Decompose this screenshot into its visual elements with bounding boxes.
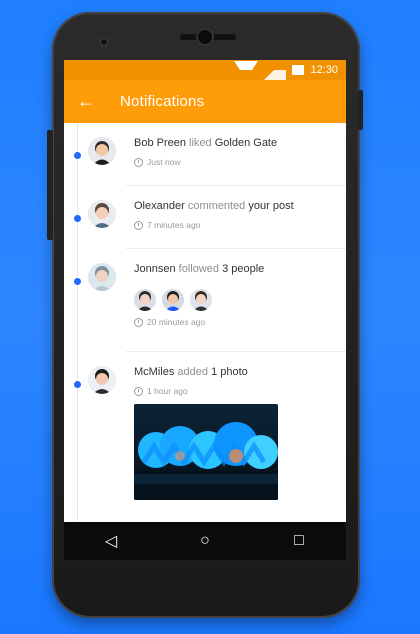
notification-item[interactable]: Bob Preen liked Golden Gate Just now bbox=[74, 123, 346, 186]
timeline-dot bbox=[74, 381, 81, 388]
avatar bbox=[88, 366, 116, 394]
screen: 12:30 ← Notifications Bob Preen liked Go… bbox=[64, 60, 346, 560]
back-icon[interactable]: ← bbox=[64, 80, 108, 123]
avatar[interactable] bbox=[190, 289, 212, 311]
notification-user[interactable]: Olexander bbox=[134, 200, 185, 212]
notification-user[interactable]: Jonnsen bbox=[134, 263, 176, 275]
timeline-line bbox=[77, 123, 78, 523]
notifications-feed: Bob Preen liked Golden Gate Just now Ole… bbox=[64, 123, 346, 532]
front-camera bbox=[198, 30, 212, 44]
notification-target[interactable]: Golden Gate bbox=[215, 137, 277, 149]
avatar bbox=[88, 200, 116, 228]
page-title: Notifications bbox=[120, 93, 205, 110]
notification-text: McMiles added 1 photo bbox=[134, 364, 338, 380]
notification-text: Olexander commented your post bbox=[134, 198, 338, 214]
front-sensor bbox=[101, 39, 107, 45]
notification-action: added bbox=[177, 366, 208, 378]
notification-time: 1 hour ago bbox=[134, 386, 338, 396]
clock-icon bbox=[134, 386, 143, 396]
notification-text: Bob Preen liked Golden Gate bbox=[134, 135, 338, 151]
notification-user[interactable]: Bob Preen bbox=[134, 137, 186, 149]
timeline-dot bbox=[74, 152, 81, 159]
notification-text: Jonnsen followed 3 people bbox=[134, 261, 338, 277]
notification-target[interactable]: 1 photo bbox=[211, 366, 248, 378]
notification-item[interactable]: Jonnsen followed 3 people 20 minutes ago bbox=[74, 249, 346, 352]
notification-timestamp: 7 minutes ago bbox=[147, 220, 201, 230]
android-nav-bar: ◁ ○ □ bbox=[64, 522, 346, 560]
clock-icon bbox=[134, 317, 143, 327]
recents-nav-button[interactable]: □ bbox=[279, 532, 319, 550]
wifi-icon bbox=[234, 60, 259, 80]
photo-thumbnail[interactable] bbox=[134, 404, 278, 500]
power-button bbox=[358, 90, 363, 130]
avatar bbox=[88, 263, 116, 291]
notification-action: liked bbox=[189, 137, 212, 149]
signal-icon bbox=[264, 60, 287, 80]
notification-user[interactable]: McMiles bbox=[134, 366, 174, 378]
notification-target[interactable]: your post bbox=[248, 200, 293, 212]
status-bar: 12:30 bbox=[64, 60, 346, 80]
notification-timestamp: 1 hour ago bbox=[147, 386, 188, 396]
avatar bbox=[88, 137, 116, 165]
avatar[interactable] bbox=[162, 289, 184, 311]
clock-icon bbox=[134, 157, 143, 167]
notification-action: followed bbox=[178, 263, 220, 275]
notification-time: 7 minutes ago bbox=[134, 220, 338, 230]
followed-people bbox=[134, 289, 338, 311]
notification-item[interactable]: Olexander commented your post 7 minutes … bbox=[74, 186, 346, 249]
back-nav-button[interactable]: ◁ bbox=[91, 531, 131, 551]
timeline-dot bbox=[74, 215, 81, 222]
notification-time: 20 minutes ago bbox=[134, 317, 338, 327]
notification-timestamp: Just now bbox=[147, 157, 181, 167]
battery-icon bbox=[292, 65, 305, 75]
notification-target[interactable]: 3 people bbox=[222, 263, 264, 275]
notification-item[interactable]: McMiles added 1 photo 1 hour ago bbox=[74, 352, 346, 532]
notification-action: commented bbox=[187, 200, 246, 212]
clock-icon bbox=[134, 220, 143, 230]
home-nav-button[interactable]: ○ bbox=[185, 532, 225, 550]
volume-buttons bbox=[47, 130, 53, 240]
avatar[interactable] bbox=[134, 289, 156, 311]
timeline-dot bbox=[74, 278, 81, 285]
status-time: 12:30 bbox=[310, 64, 338, 76]
notification-time: Just now bbox=[134, 157, 338, 167]
notification-timestamp: 20 minutes ago bbox=[147, 317, 206, 327]
app-bar: ← Notifications bbox=[64, 80, 346, 123]
